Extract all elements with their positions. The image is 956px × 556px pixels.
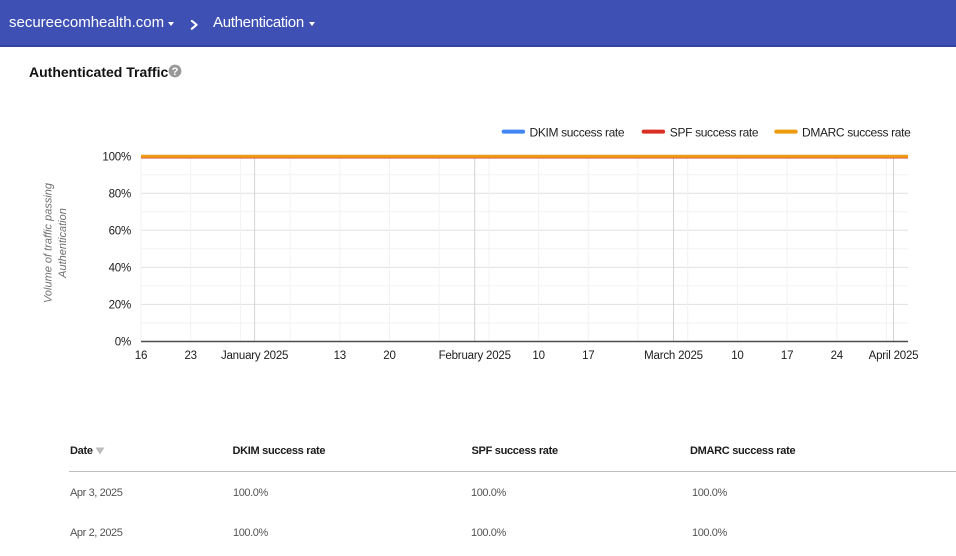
svg-text:Authentication: Authentication bbox=[57, 208, 69, 279]
svg-text:SPF success rate: SPF success rate bbox=[670, 126, 759, 140]
svg-text:20%: 20% bbox=[109, 300, 131, 312]
svg-text:17: 17 bbox=[781, 350, 793, 362]
svg-text:March 2025: March 2025 bbox=[644, 350, 703, 362]
svg-text:17: 17 bbox=[582, 350, 594, 362]
svg-text:20: 20 bbox=[383, 350, 395, 362]
svg-text:40%: 40% bbox=[109, 263, 131, 275]
svg-text:10: 10 bbox=[731, 350, 743, 362]
svg-text:60%: 60% bbox=[109, 226, 131, 238]
svg-text:23: 23 bbox=[184, 350, 196, 362]
svg-text:13: 13 bbox=[334, 350, 346, 362]
svg-text:10: 10 bbox=[532, 350, 544, 362]
svg-text:April 2025: April 2025 bbox=[869, 350, 919, 362]
svg-text:Volume of traffic passing: Volume of traffic passing bbox=[43, 182, 55, 303]
svg-text:January 2025: January 2025 bbox=[221, 350, 288, 362]
svg-text:80%: 80% bbox=[109, 189, 131, 201]
svg-text:100%: 100% bbox=[102, 151, 131, 163]
svg-text:February 2025: February 2025 bbox=[439, 350, 511, 362]
svg-text:DMARC success rate: DMARC success rate bbox=[802, 126, 911, 140]
svg-text:24: 24 bbox=[831, 350, 844, 362]
svg-text:DKIM success rate: DKIM success rate bbox=[530, 126, 625, 140]
svg-text:0%: 0% bbox=[115, 337, 131, 349]
svg-text:16: 16 bbox=[135, 350, 147, 362]
